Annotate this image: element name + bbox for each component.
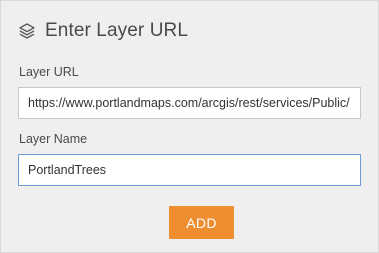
panel-title: Enter Layer URL	[45, 20, 189, 41]
layer-url-input[interactable]	[18, 87, 361, 119]
enter-layer-url-panel: Enter Layer URL Layer URL Layer Name ADD	[0, 0, 379, 253]
layer-name-label: Layer Name	[19, 132, 88, 146]
panel-header: Enter Layer URL	[18, 18, 188, 44]
layer-url-label: Layer URL	[19, 65, 79, 79]
layers-icon	[18, 22, 36, 40]
add-button[interactable]: ADD	[169, 206, 234, 239]
layer-name-input[interactable]	[18, 154, 361, 186]
